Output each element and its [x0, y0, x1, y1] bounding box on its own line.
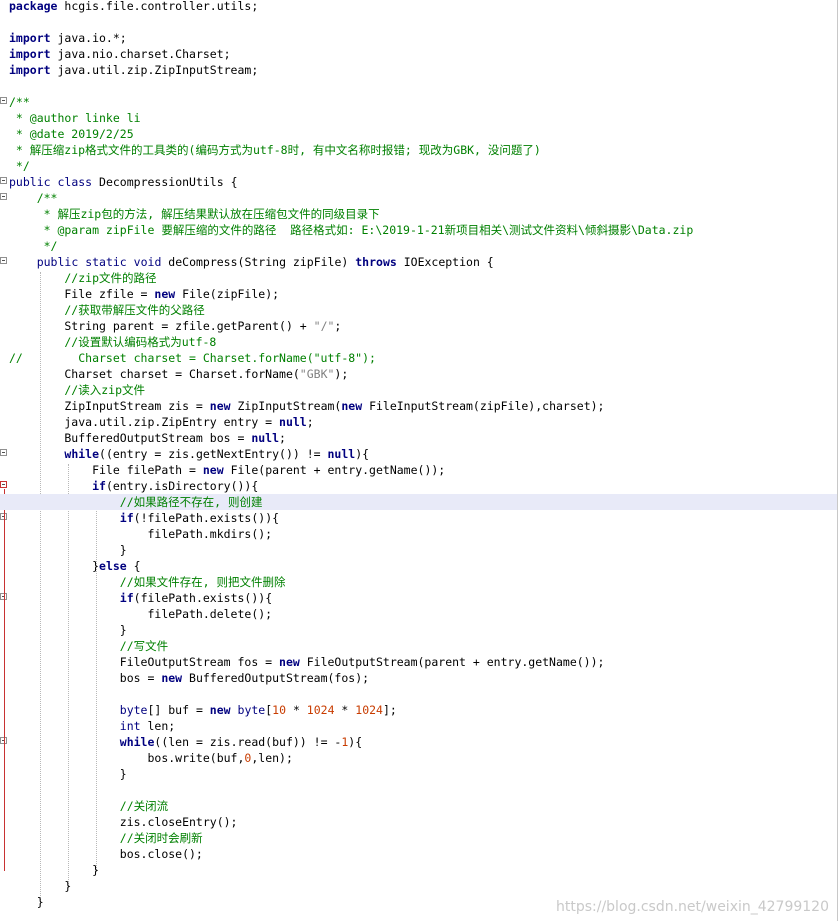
code-line: String parent = zfile.getParent() + "/"; — [9, 319, 342, 333]
code-line: int len; — [119, 719, 176, 733]
fold-toggle-icon[interactable] — [0, 177, 7, 184]
code-line: //关闭时会刷新 — [9, 831, 203, 845]
code-line: //如果文件存在, 则把文件删除 — [9, 575, 286, 589]
code-line: byte[] buf = new byte[10 * 1024 * 1024]; — [119, 703, 397, 717]
keyword: package — [9, 0, 58, 13]
code-line: filePath.delete(); — [9, 607, 273, 621]
code-line: //zip文件的路径 — [9, 271, 157, 285]
code-line: * 解压zip包的方法, 解压结果默认放在压缩包文件的同级目录下 — [9, 207, 380, 221]
code-editor[interactable]: package hcgis.file.controller.utils; imp… — [0, 0, 838, 921]
code-line: import java.io.*; — [9, 31, 127, 45]
fold-toggle-icon[interactable] — [0, 193, 7, 200]
code-line: import java.util.zip.ZipInputStream; — [9, 63, 259, 77]
code-line: ZipInputStream zis = new ZipInputStream(… — [9, 399, 605, 413]
code-line: BufferedOutputStream bos = null; — [9, 431, 286, 445]
code-line: * @date 2019/2/25 — [9, 127, 134, 141]
code-line-current[interactable]: //如果路径不存在, 则创建 — [0, 494, 837, 510]
code-line: bos.write(buf,0,len); — [9, 751, 293, 765]
code-line: bos.close(); — [9, 847, 203, 861]
code-line: } — [9, 863, 100, 877]
code-line: } — [9, 879, 72, 893]
code-line: public class DecompressionUtils { — [9, 175, 238, 189]
code-line: * @param zipFile 要解压缩的文件的路径 路径格式如: E:\20… — [9, 223, 694, 237]
code-line: } — [9, 543, 127, 557]
code-line: java.util.zip.ZipEntry entry = null; — [9, 415, 314, 429]
code-line: //写文件 — [9, 639, 169, 653]
watermark-text: https://blog.csdn.net/weixin_42799120 — [555, 899, 829, 915]
code-lines: package hcgis.file.controller.utils; imp… — [0, 0, 837, 910]
code-line: while((len = zis.read(buf)) != -1){ — [119, 735, 363, 749]
fold-toggle-icon[interactable] — [0, 449, 7, 456]
code-line: * 解压缩zip格式文件的工具类的(编码方式为utf-8时, 有中文名称时报错;… — [9, 143, 541, 157]
code-line: while((entry = zis.getNextEntry()) != nu… — [64, 447, 370, 461]
code-line: bos = new BufferedOutputStream(fos); — [9, 671, 370, 685]
code-line: import java.nio.charset.Charset; — [9, 47, 231, 61]
code-line: /** — [9, 95, 30, 109]
code-line: } — [9, 767, 127, 781]
code-line: // Charset charset = Charset.forName("ut… — [9, 351, 376, 365]
code-line: */ — [9, 159, 30, 173]
code-line: if(entry.isDirectory()){ — [92, 479, 259, 493]
fold-gutter — [0, 0, 9, 921]
code-line: //获取带解压文件的父路径 — [9, 303, 205, 317]
code-line: }else { — [9, 559, 141, 573]
code-line: File filePath = new File(parent + entry.… — [9, 463, 446, 477]
code-line: * @author linke li — [9, 111, 141, 125]
code-line: //读入zip文件 — [9, 383, 146, 397]
code-line: //设置默认编码格式为utf-8 — [9, 335, 217, 349]
code-line: } — [9, 623, 127, 637]
fold-toggle-icon[interactable] — [0, 481, 7, 488]
code-line: public static void deCompress(String zip… — [36, 255, 494, 269]
code-line: filePath.mkdirs(); — [9, 527, 273, 541]
code-line: //关闭流 — [9, 799, 169, 813]
fold-toggle-icon[interactable] — [0, 257, 7, 264]
code-line: zis.closeEntry(); — [9, 815, 238, 829]
code-line: if(!filePath.exists()){ — [119, 511, 280, 525]
change-marker-bar — [4, 489, 5, 871]
fold-toggle-icon[interactable] — [0, 97, 7, 104]
code-line: if(filePath.exists()){ — [119, 591, 273, 605]
code-line: package hcgis.file.controller.utils; — [9, 0, 259, 13]
code-line: FileOutputStream fos = new FileOutputStr… — [9, 655, 605, 669]
code-line: File zfile = new File(zipFile); — [9, 287, 280, 301]
code-line: /** — [9, 191, 58, 205]
code-line: Charset charset = Charset.forName("GBK")… — [9, 367, 349, 381]
code-line: */ — [9, 239, 58, 253]
